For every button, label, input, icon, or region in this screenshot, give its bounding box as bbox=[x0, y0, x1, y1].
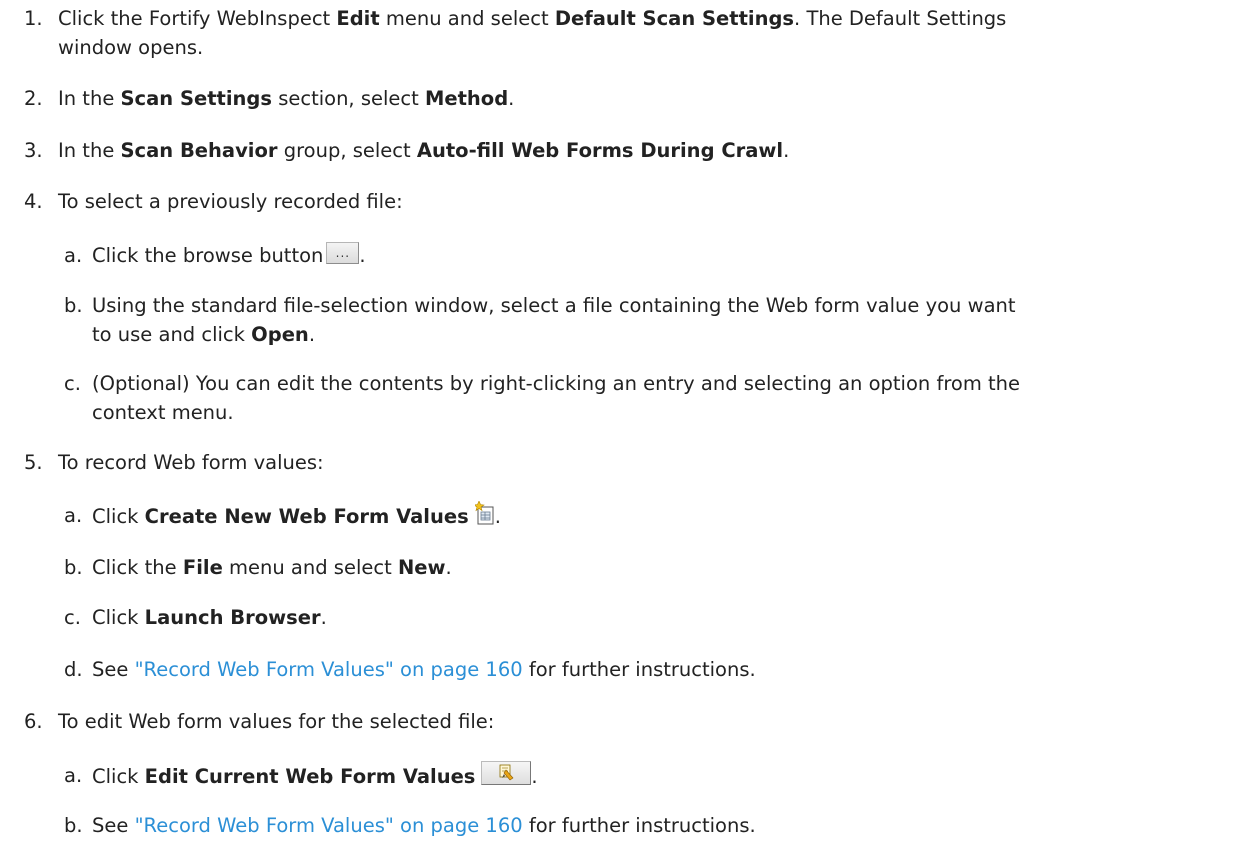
substep-text: Click Create New Web Form Values. bbox=[92, 500, 1227, 531]
step-text: In the Scan Settings section, select Met… bbox=[58, 87, 515, 110]
button-launch-browser: Launch Browser bbox=[144, 606, 321, 629]
substep-letter: b. bbox=[64, 294, 83, 317]
edit-current-web-form-values-icon[interactable] bbox=[481, 761, 532, 785]
section-scan-settings: Scan Settings bbox=[120, 87, 272, 110]
substep-text: Click Launch Browser. bbox=[92, 606, 327, 629]
substep-text: See "Record Web Form Values" on page 160… bbox=[92, 814, 756, 837]
option-method: Method bbox=[424, 87, 509, 110]
link-record-web-form-values[interactable]: "Record Web Form Values" on page 160 bbox=[135, 658, 523, 681]
substep-letter: a. bbox=[64, 764, 83, 787]
group-scan-behavior: Scan Behavior bbox=[120, 139, 278, 162]
create-new-web-form-values-icon[interactable] bbox=[472, 500, 495, 525]
substep-letter: c. bbox=[64, 606, 81, 629]
substep-text: Using the standard file-selection window… bbox=[92, 294, 1016, 346]
substep-letter: b. bbox=[64, 556, 83, 579]
substep-text: Click the browse button.... bbox=[92, 242, 366, 267]
step-text: To select a previously recorded file: bbox=[58, 190, 403, 213]
menu-file: File bbox=[182, 556, 223, 579]
menu-item-new: New bbox=[397, 556, 446, 579]
step-number: 4. bbox=[24, 190, 43, 213]
step-number: 5. bbox=[24, 451, 43, 474]
substep-letter: a. bbox=[64, 504, 83, 527]
substep-text: Click the File menu and select New. bbox=[92, 556, 452, 579]
substep-text: (Optional) You can edit the contents by … bbox=[92, 372, 1021, 424]
substep-text: See "Record Web Form Values" on page 160… bbox=[92, 658, 756, 681]
step-text: To record Web form values: bbox=[58, 451, 324, 474]
step-text: Click the Fortify WebInspect Edit menu a… bbox=[58, 7, 1007, 59]
link-record-web-form-values[interactable]: "Record Web Form Values" on page 160 bbox=[135, 814, 523, 837]
step-number: 6. bbox=[24, 710, 43, 733]
step-number: 3. bbox=[24, 139, 43, 162]
substep-letter: a. bbox=[64, 244, 83, 267]
step-text: In the Scan Behavior group, select Auto-… bbox=[58, 139, 790, 162]
button-edit-current-web-form-values: Edit Current Web Form Values bbox=[144, 765, 476, 788]
substep-letter: d. bbox=[64, 658, 83, 681]
button-create-new-web-form-values: Create New Web Form Values bbox=[144, 505, 469, 528]
substep-text: Click Edit Current Web Form Values. bbox=[92, 761, 1227, 791]
step-number: 2. bbox=[24, 87, 43, 110]
step-number: 1. bbox=[24, 7, 43, 30]
menu-edit: Edit bbox=[336, 7, 380, 30]
step-text: To edit Web form values for the selected… bbox=[58, 710, 495, 733]
button-open: Open bbox=[251, 323, 309, 346]
menu-item-default-scan-settings: Default Scan Settings bbox=[554, 7, 795, 30]
substep-letter: b. bbox=[64, 814, 83, 837]
option-auto-fill-web-forms: Auto-fill Web Forms During Crawl bbox=[416, 139, 784, 162]
substep-letter: c. bbox=[64, 372, 81, 395]
browse-button-icon[interactable]: ... bbox=[326, 242, 360, 264]
